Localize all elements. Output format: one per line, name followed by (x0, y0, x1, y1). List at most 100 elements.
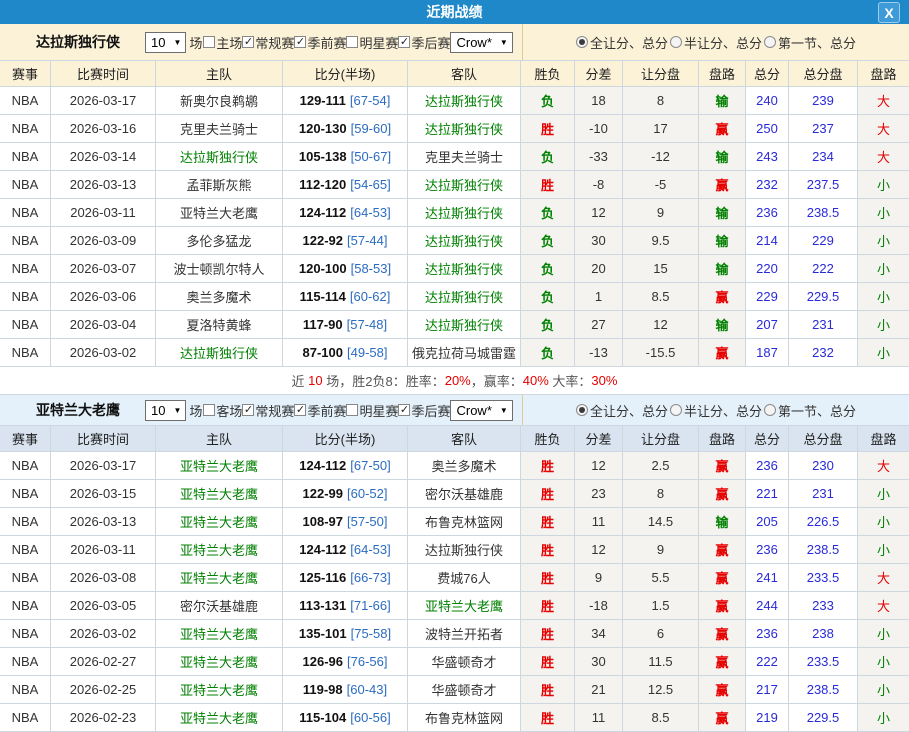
filter-checkbox-label: 季后赛 (411, 33, 450, 52)
cell-diff: -33 (575, 143, 623, 171)
checkbox-checked-icon[interactable] (294, 36, 306, 48)
column-header: 盘路 (699, 426, 746, 452)
cell-date: 2026-03-02 (51, 339, 156, 367)
cell-date: 2026-03-16 (51, 115, 156, 143)
filter-checkbox-item[interactable]: 常规赛 (242, 401, 294, 420)
filter-checkbox-item[interactable]: 明星赛 (346, 401, 398, 420)
cell-handicap: 15 (623, 255, 699, 283)
filter-checkbox-item[interactable]: 季前赛 (294, 401, 346, 420)
table-row: NBA2026-03-11亚特兰大老鹰124-112[64-53]达拉斯独行侠负… (0, 199, 909, 227)
team-panel-atlanta: 亚特兰大老鹰 10 ▼ 场 客场常规赛季前赛明星赛季后赛 Crow* ▼ 全让分… (0, 395, 909, 732)
league-type-select[interactable]: Crow* ▼ (450, 32, 512, 53)
cell-ou: 小 (858, 311, 909, 339)
column-header: 胜负 (521, 61, 575, 87)
cell-cover: 赢 (699, 592, 746, 620)
filter-checkbox-label: 季后赛 (411, 401, 450, 420)
filter-checkbox-item[interactable]: 季后赛 (398, 401, 450, 420)
cell-diff: 9 (575, 564, 623, 592)
cell-league: NBA (0, 255, 51, 283)
filter-checkbox-item[interactable]: 主场 (203, 33, 242, 52)
scope-radio-option[interactable]: 半让分、总分 (670, 33, 762, 52)
cell-handicap: 12 (623, 311, 699, 339)
column-header: 让分盘 (623, 426, 699, 452)
scope-radio-option[interactable]: 第一节、总分 (764, 33, 856, 52)
score-value: 119-98 (303, 682, 343, 697)
cell-cover: 赢 (699, 480, 746, 508)
checkbox-unchecked-icon[interactable] (203, 36, 215, 48)
summary-text: 30% (591, 373, 617, 388)
scope-radio-option[interactable]: 第一节、总分 (764, 401, 856, 420)
cell-home: 孟菲斯灰熊 (156, 171, 283, 199)
scope-radio-option[interactable]: 全让分、总分 (576, 33, 668, 52)
games-count-select[interactable]: 10 ▼ (145, 400, 186, 421)
radio-selected-icon[interactable] (576, 36, 588, 48)
cell-league: NBA (0, 283, 51, 311)
filter-checkbox-item[interactable]: 季后赛 (398, 33, 450, 52)
cell-away: 达拉斯独行侠 (408, 255, 521, 283)
halftime-score: [60-56] (350, 710, 390, 725)
column-header: 比赛时间 (51, 426, 156, 452)
cell-league: NBA (0, 676, 51, 704)
filter-checkbox-item[interactable]: 明星赛 (346, 33, 398, 52)
radio-unselected-icon[interactable] (764, 404, 776, 416)
score-value: 120-100 (299, 261, 347, 276)
games-suffix-label: 场 (189, 401, 202, 420)
radio-unselected-icon[interactable] (764, 36, 776, 48)
filter-checkbox-item[interactable]: 季前赛 (294, 33, 346, 52)
checkbox-checked-icon[interactable] (398, 36, 410, 48)
cell-total_line: 229.5 (789, 704, 858, 732)
radio-selected-icon[interactable] (576, 404, 588, 416)
checkbox-checked-icon[interactable] (242, 36, 254, 48)
cell-cover: 赢 (699, 452, 746, 480)
filter-left: 达拉斯独行侠 10 ▼ 场 主场常规赛季前赛明星赛季后赛 Crow* ▼ (0, 24, 523, 60)
scope-radio-option[interactable]: 全让分、总分 (576, 401, 668, 420)
checkbox-unchecked-icon[interactable] (203, 404, 215, 416)
cell-scorehalf: 135-101[75-58] (283, 620, 408, 648)
score-value: 126-96 (303, 654, 343, 669)
cell-handicap: 14.5 (623, 508, 699, 536)
cell-away: 达拉斯独行侠 (408, 536, 521, 564)
filter-left: 亚特兰大老鹰 10 ▼ 场 客场常规赛季前赛明星赛季后赛 Crow* ▼ (0, 395, 523, 425)
cell-handicap: 12.5 (623, 676, 699, 704)
cell-date: 2026-03-13 (51, 508, 156, 536)
cell-total: 236 (746, 536, 789, 564)
radio-unselected-icon[interactable] (670, 36, 682, 48)
cell-league: NBA (0, 311, 51, 339)
cell-diff: 12 (575, 199, 623, 227)
cell-cover: 赢 (699, 620, 746, 648)
checkbox-unchecked-icon[interactable] (346, 404, 358, 416)
scope-radio-option[interactable]: 半让分、总分 (670, 401, 762, 420)
cell-total_line: 234 (789, 143, 858, 171)
column-header: 赛事 (0, 61, 51, 87)
cell-total: 232 (746, 171, 789, 199)
cell-result: 胜 (521, 452, 575, 480)
checkbox-checked-icon[interactable] (294, 404, 306, 416)
filter-checkbox-item[interactable]: 常规赛 (242, 33, 294, 52)
cell-cover: 赢 (699, 536, 746, 564)
games-count-select[interactable]: 10 ▼ (145, 32, 186, 53)
checkbox-checked-icon[interactable] (398, 404, 410, 416)
column-header: 分差 (575, 426, 623, 452)
halftime-score: [60-43] (347, 682, 387, 697)
league-type-select[interactable]: Crow* ▼ (450, 400, 512, 421)
cell-result: 负 (521, 87, 575, 115)
cell-cover: 赢 (699, 339, 746, 367)
chevron-down-icon: ▼ (500, 406, 508, 415)
filter-checkbox-item[interactable]: 客场 (203, 401, 242, 420)
cell-date: 2026-03-02 (51, 620, 156, 648)
filter-checkbox-label: 常规赛 (255, 33, 294, 52)
checkbox-checked-icon[interactable] (242, 404, 254, 416)
cell-result: 负 (521, 339, 575, 367)
cell-total: 243 (746, 143, 789, 171)
column-header: 赛事 (0, 426, 51, 452)
radio-unselected-icon[interactable] (670, 404, 682, 416)
cell-scorehalf: 122-99[60-52] (283, 480, 408, 508)
checkbox-unchecked-icon[interactable] (346, 36, 358, 48)
cell-total_line: 233.5 (789, 564, 858, 592)
team-panel-dallas: 达拉斯独行侠 10 ▼ 场 主场常规赛季前赛明星赛季后赛 Crow* ▼ 全让分… (0, 24, 909, 395)
close-button[interactable]: X (878, 2, 900, 23)
cell-league: NBA (0, 564, 51, 592)
cell-date: 2026-03-13 (51, 171, 156, 199)
cell-date: 2026-02-23 (51, 704, 156, 732)
filter-checkboxes: 客场常规赛季前赛明星赛季后赛 (203, 401, 450, 420)
